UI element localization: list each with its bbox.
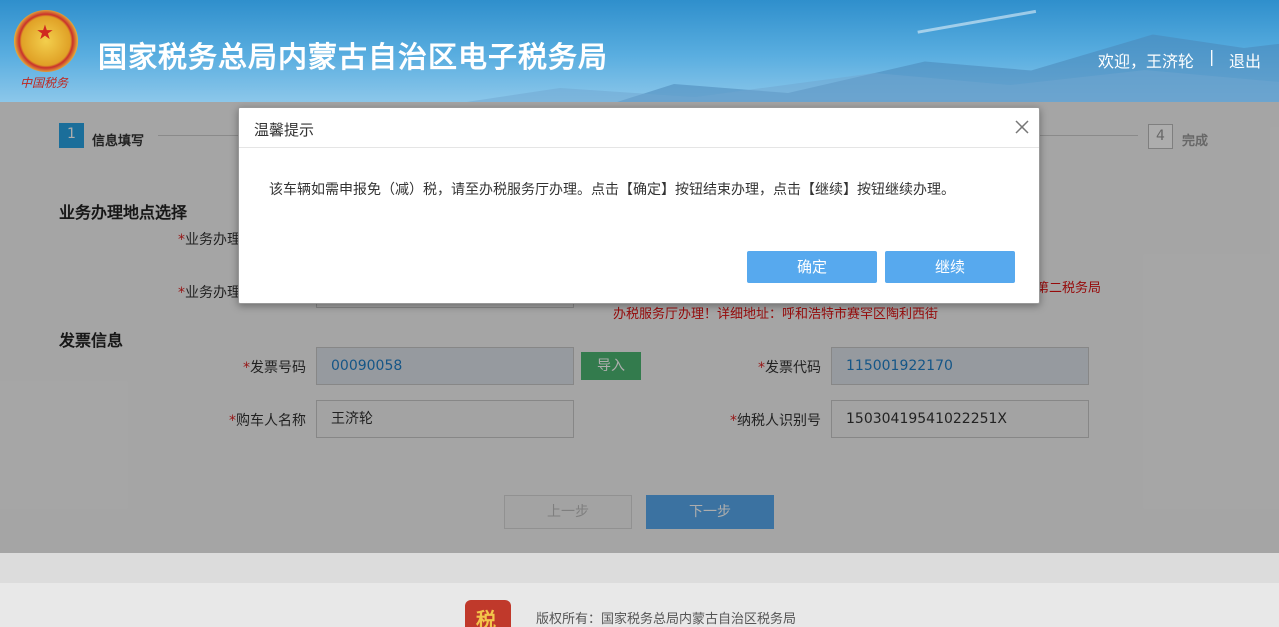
logout-link[interactable]: 退出 xyxy=(1229,48,1261,72)
notice-dialog: 温馨提示 该车辆如需申报免（减）税，请至办税服务厅办理。点击【确定】按钮结束办理… xyxy=(238,107,1040,304)
header-separator: | xyxy=(1209,47,1215,66)
footer-strip xyxy=(0,553,1279,583)
great-wall-decoration xyxy=(917,9,1043,71)
dialog-header: 温馨提示 xyxy=(239,108,1039,148)
site-title: 国家税务总局内蒙古自治区电子税务局 xyxy=(98,40,609,74)
dialog-title: 温馨提示 xyxy=(254,121,315,139)
dialog-ok-button[interactable]: 确定 xyxy=(747,251,877,283)
footer-logo-glyph-icon: 税 xyxy=(476,608,496,627)
dialog-message: 该车辆如需申报免（减）税，请至办税服务厅办理。点击【确定】按钮结束办理，点击【继… xyxy=(269,182,955,198)
emblem-caption: 中国税务 xyxy=(20,76,69,90)
emblem-star-icon: ★ xyxy=(36,20,54,44)
welcome-user: 欢迎，王济轮 xyxy=(1098,52,1195,71)
close-icon[interactable] xyxy=(1011,116,1033,138)
site-header: ★ 中国税务 国家税务总局内蒙古自治区电子税务局 欢迎，王济轮 | 退出 xyxy=(0,0,1279,102)
dialog-continue-button[interactable]: 继续 xyxy=(885,251,1015,283)
copyright-text: 版权所有：国家税务总局内蒙古自治区税务局 xyxy=(536,612,797,627)
